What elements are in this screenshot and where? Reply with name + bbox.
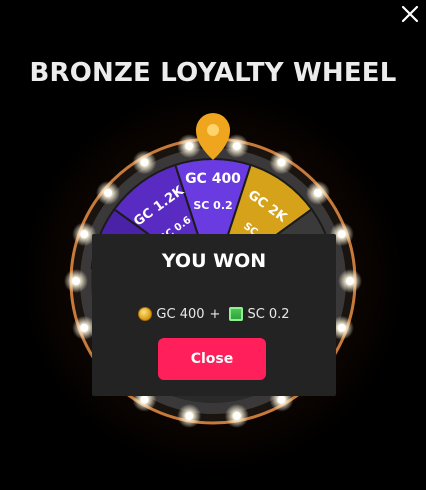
rim-bulb bbox=[140, 158, 149, 167]
rim-bulb bbox=[232, 142, 241, 151]
rim-bulb bbox=[185, 142, 194, 151]
prize-summary: GC 400 + SC 0.2 bbox=[92, 304, 336, 324]
rim-bulb bbox=[140, 395, 149, 404]
plus-sign: + bbox=[209, 306, 221, 322]
win-title: YOU WON bbox=[161, 250, 267, 272]
rim-bulb bbox=[80, 230, 89, 239]
rim-bulb bbox=[337, 323, 346, 332]
rim-bulb bbox=[337, 230, 346, 239]
rim-bulb bbox=[185, 411, 194, 420]
gc-amount: GC 400 bbox=[156, 306, 205, 322]
rim-bulb bbox=[277, 158, 286, 167]
rim-bulb bbox=[80, 323, 89, 332]
rim-bulb bbox=[346, 277, 354, 285]
rim-bulb bbox=[277, 395, 286, 404]
segment-label-sc: SC 0.2 bbox=[193, 199, 232, 212]
rim-bulb bbox=[72, 277, 80, 285]
segment-label-gc: GC 400 bbox=[185, 171, 241, 187]
sc-amount: SC 0.2 bbox=[247, 306, 290, 322]
rim-bulb bbox=[313, 188, 322, 197]
sweeps-cash-icon bbox=[229, 307, 244, 321]
close-button[interactable]: Close bbox=[158, 338, 266, 380]
rim-bulb bbox=[232, 411, 241, 420]
rim-bulb bbox=[104, 188, 113, 197]
gold-coin-icon bbox=[138, 307, 153, 321]
win-dialog: YOU WON GC 400 + SC 0.2 Close bbox=[92, 234, 336, 396]
